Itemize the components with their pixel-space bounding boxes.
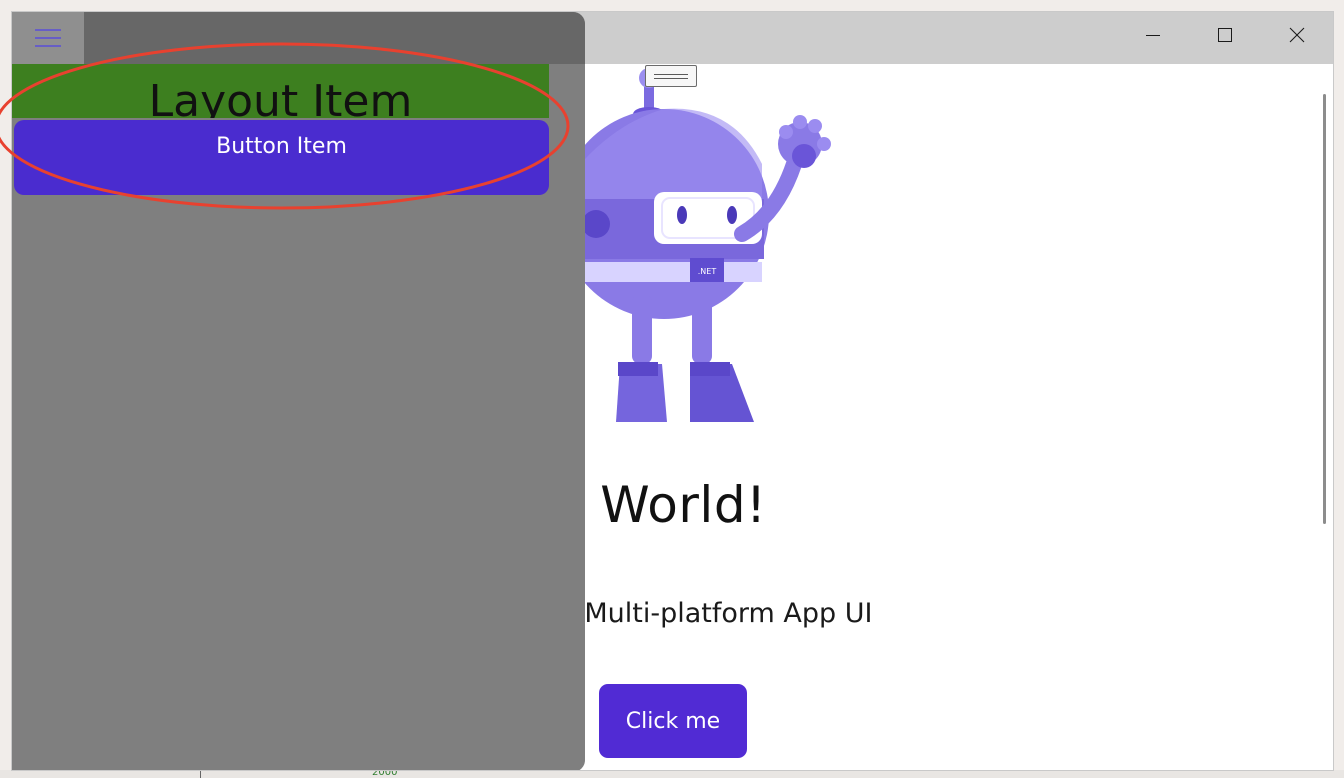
dotnet-bot-image: .NET [572,68,831,422]
maximize-icon [1218,28,1232,42]
hamburger-icon [35,29,61,47]
layout-item-label: Layout Item [148,76,413,118]
flyout-header [12,12,585,64]
flyout-button-item[interactable]: Button Item [14,120,549,195]
vertical-scrollbar[interactable] [1323,94,1326,524]
minimize-icon [1146,35,1160,36]
hamburger-menu-button[interactable] [12,12,84,64]
minimize-button[interactable] [1117,12,1189,58]
desktop-background [0,770,1344,778]
close-button[interactable] [1261,12,1333,58]
svg-text:.NET: .NET [698,267,717,276]
app-window: .NET lo, World! NET Multi-platform App U… [11,11,1334,771]
click-me-button[interactable]: Click me [599,684,747,758]
maximize-button[interactable] [1189,12,1261,58]
close-icon [1289,27,1305,43]
flyout-layout-item[interactable]: Layout Item [12,64,549,118]
window-controls [1117,12,1333,58]
drag-handle[interactable] [645,65,697,87]
flyout-menu: Layout Item Button Item [12,12,585,770]
